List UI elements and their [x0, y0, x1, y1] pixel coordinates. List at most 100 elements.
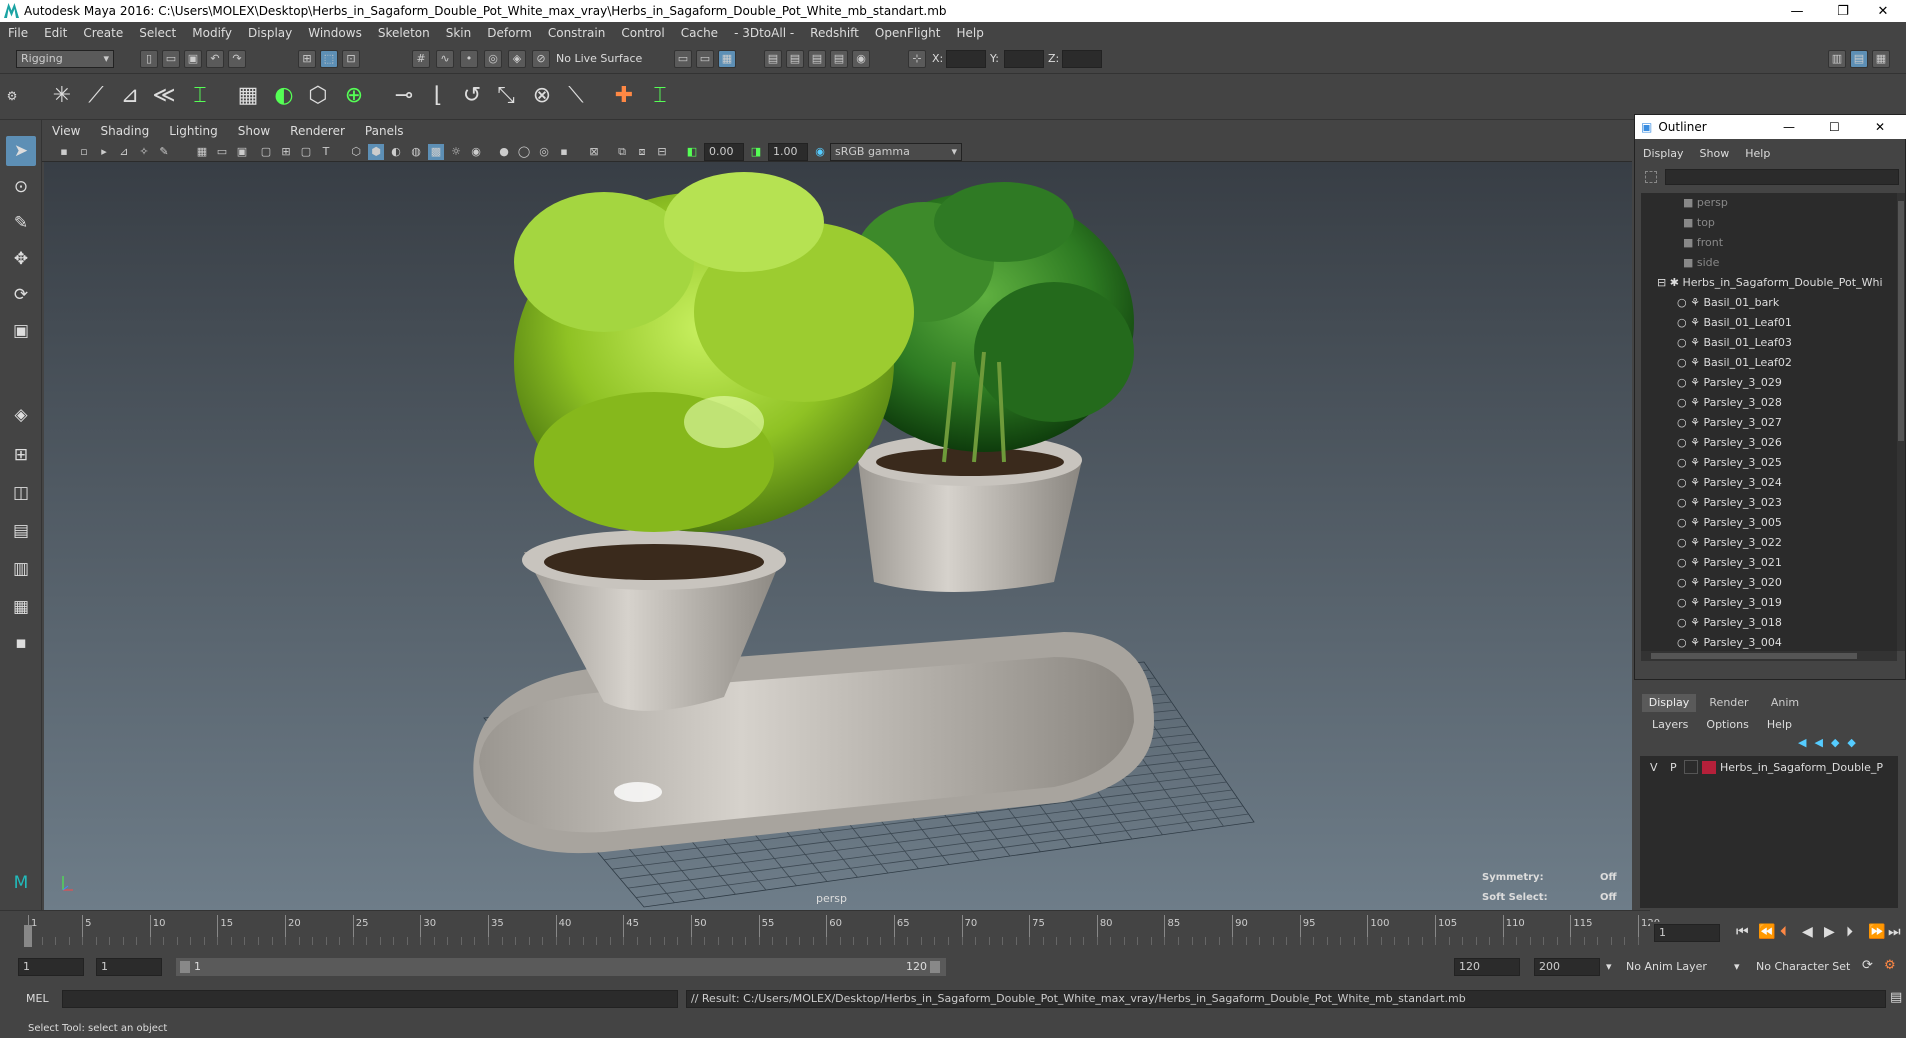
- save-scene-icon[interactable]: ▣: [184, 50, 202, 68]
- menu-3dtoall[interactable]: - 3DtoAll -: [726, 26, 802, 40]
- panel-menu-show[interactable]: Show: [228, 124, 280, 138]
- current-time-indicator[interactable]: [24, 925, 32, 947]
- menu-modify[interactable]: Modify: [184, 26, 240, 40]
- maximize-icon[interactable]: ☐: [1829, 120, 1840, 134]
- render-view-icon[interactable]: ▤: [764, 50, 782, 68]
- playback-start-field[interactable]: 1: [96, 958, 162, 976]
- lattice-icon[interactable]: ▦: [232, 79, 264, 113]
- character-set-dropdown[interactable]: No Character Set: [1756, 960, 1850, 973]
- menu-control[interactable]: Control: [613, 26, 672, 40]
- outliner-mesh-item[interactable]: ○ ⚘ Parsley_3_022: [1677, 533, 1782, 553]
- select-hierarchy-icon[interactable]: ⊞: [298, 50, 316, 68]
- textured-icon[interactable]: ◍: [408, 144, 424, 160]
- new-scene-icon[interactable]: ▯: [140, 50, 158, 68]
- image-plane-icon[interactable]: ⊿: [116, 144, 132, 160]
- menu-openflight[interactable]: OpenFlight: [867, 26, 949, 40]
- menu-skeleton[interactable]: Skeleton: [370, 26, 438, 40]
- field-chart-icon[interactable]: ⊞: [278, 144, 294, 160]
- custom-layout-icon[interactable]: ▪: [6, 628, 36, 658]
- tab-display[interactable]: Display: [1642, 694, 1696, 712]
- rotate-tool-icon[interactable]: ⟳: [6, 280, 36, 310]
- wireframe-on-shaded-icon[interactable]: ◐: [388, 144, 404, 160]
- chevron-down-icon[interactable]: ▾: [1606, 960, 1612, 973]
- close-button[interactable]: ✕: [1860, 0, 1906, 22]
- snap-curve-icon[interactable]: ∿: [436, 50, 454, 68]
- hypershade-icon[interactable]: ◉: [852, 50, 870, 68]
- outliner-mesh-item[interactable]: ○ ⚘ Parsley_3_025: [1677, 453, 1782, 473]
- outliner-menu-show[interactable]: Show: [1700, 147, 1730, 160]
- auto-key-icon[interactable]: ⟳: [1862, 958, 1873, 973]
- color-management-icon[interactable]: ◉: [812, 144, 828, 160]
- menu-display[interactable]: Display: [240, 26, 300, 40]
- tool-settings-icon[interactable]: ▦: [1872, 50, 1890, 68]
- end-time-field[interactable]: 200: [1534, 958, 1600, 976]
- insert-joint-icon[interactable]: ≪: [148, 79, 180, 113]
- input-ops-icon[interactable]: ▭: [674, 50, 692, 68]
- outliner-mesh-item[interactable]: ○ ⚘ Parsley_3_028: [1677, 393, 1782, 413]
- y-field[interactable]: [1004, 50, 1044, 68]
- viewport-3d[interactable]: persp Symmetry: Off Soft Select: Off: [44, 162, 1632, 910]
- lasso-tool-icon[interactable]: ⊙: [6, 172, 36, 202]
- layer-playback-toggle[interactable]: P: [1670, 761, 1677, 774]
- joint-tool-icon[interactable]: ✳: [46, 79, 78, 113]
- grease-pencil-icon[interactable]: ✎: [156, 144, 172, 160]
- outliner-mesh-item[interactable]: ○ ⚘ Parsley_3_023: [1677, 493, 1782, 513]
- vscroll-thumb[interactable]: [1898, 201, 1904, 441]
- safe-title-icon[interactable]: T: [318, 144, 334, 160]
- command-input[interactable]: [62, 990, 678, 1008]
- shelf-menu-icon[interactable]: ⚙: [4, 79, 20, 113]
- play-forward-icon[interactable]: ▶: [1824, 924, 1835, 940]
- color-space-dropdown[interactable]: sRGB gamma ▾: [830, 143, 962, 161]
- step-back-key-icon[interactable]: ⏴: [1780, 924, 1787, 940]
- redo-icon[interactable]: ↷: [228, 50, 246, 68]
- menu-help[interactable]: Help: [948, 26, 991, 40]
- z-field[interactable]: [1062, 50, 1102, 68]
- outliner-camera-item[interactable]: ■ front: [1683, 233, 1723, 253]
- two-view-icon[interactable]: ◫: [6, 478, 36, 508]
- xray-joints-icon[interactable]: ⧉: [614, 144, 630, 160]
- menu-redshift[interactable]: Redshift: [802, 26, 867, 40]
- panel-menu-view[interactable]: View: [42, 124, 90, 138]
- outliner-vscrollbar[interactable]: [1897, 193, 1905, 651]
- film-gate-icon[interactable]: ▭: [214, 144, 230, 160]
- locator-icon[interactable]: ✚: [608, 79, 640, 113]
- snap-surface-icon[interactable]: ◈: [508, 50, 526, 68]
- menu-select[interactable]: Select: [131, 26, 184, 40]
- undo-icon[interactable]: ↶: [206, 50, 224, 68]
- outliner-mesh-item[interactable]: ○ ⚘ Parsley_3_029: [1677, 373, 1782, 393]
- multisample-aa-icon[interactable]: ◯: [516, 144, 532, 160]
- xray-components-icon[interactable]: ⧈: [634, 144, 650, 160]
- four-view-icon[interactable]: ⊞: [6, 440, 36, 470]
- move-tool-icon[interactable]: ✥: [6, 244, 36, 274]
- menu-set-dropdown[interactable]: Rigging ▾: [16, 50, 114, 68]
- new-layer-selected-icon[interactable]: ◆: [1847, 736, 1855, 749]
- go-to-end-icon[interactable]: ⏭: [1888, 924, 1901, 940]
- menu-create[interactable]: Create: [75, 26, 131, 40]
- outliner-mesh-item[interactable]: ○ ⚘ Parsley_3_021: [1677, 553, 1782, 573]
- menu-skin[interactable]: Skin: [438, 26, 480, 40]
- modeling-toolkit-icon[interactable]: ▥: [1828, 50, 1846, 68]
- chevron-down-icon[interactable]: ▾: [1734, 960, 1740, 973]
- outliner-mesh-item[interactable]: ○ ⚘ Basil_01_Leaf02: [1677, 353, 1792, 373]
- outliner-mesh-item[interactable]: ○ ⚘ Parsley_3_004: [1677, 633, 1782, 651]
- new-layer-icon[interactable]: ◆: [1831, 736, 1839, 749]
- ipr-render-icon[interactable]: ▤: [808, 50, 826, 68]
- outliner-mesh-item[interactable]: ○ ⚘ Basil_01_Leaf01: [1677, 313, 1792, 333]
- select-object-icon[interactable]: ⬚: [320, 50, 338, 68]
- xray-icon[interactable]: ⊠: [586, 144, 602, 160]
- transform-mode-icon[interactable]: ⊹: [908, 50, 926, 68]
- layer-visibility-toggle[interactable]: V: [1650, 761, 1658, 774]
- play-backward-icon[interactable]: ◀: [1802, 924, 1813, 940]
- construction-history-icon[interactable]: ▦: [718, 50, 736, 68]
- panel-menu-lighting[interactable]: Lighting: [159, 124, 228, 138]
- range-slider[interactable]: 1 120: [176, 958, 946, 976]
- tab-anim[interactable]: Anim: [1758, 694, 1812, 712]
- scale-constraint-icon[interactable]: ⤡: [490, 79, 522, 113]
- panel-menu-shading[interactable]: Shading: [90, 124, 159, 138]
- go-to-start-icon[interactable]: ⏮: [1736, 924, 1749, 940]
- select-tool-icon[interactable]: ➤: [6, 136, 36, 166]
- script-editor-icon[interactable]: ▤: [1890, 990, 1902, 1005]
- select-component-icon[interactable]: ⊡: [342, 50, 360, 68]
- snap-view-icon[interactable]: ◎: [484, 50, 502, 68]
- move-layer-up-icon[interactable]: ◀: [1798, 736, 1806, 749]
